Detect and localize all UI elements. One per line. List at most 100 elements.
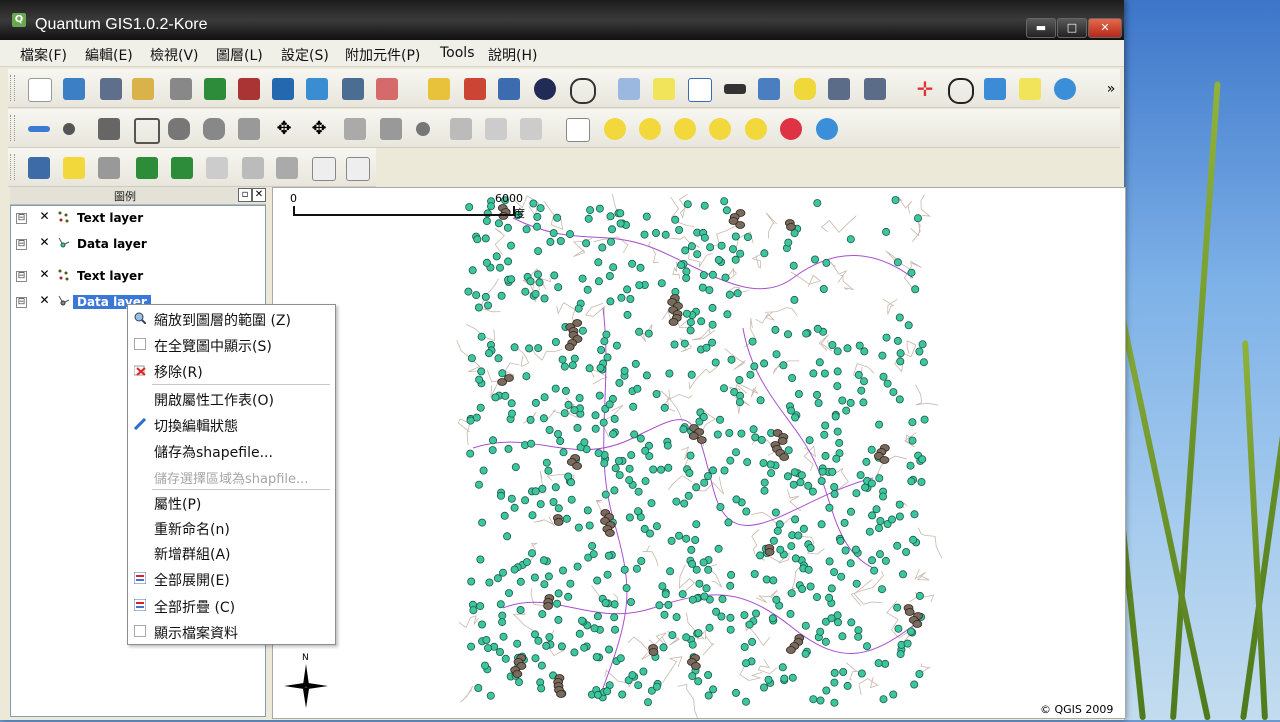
print-icon[interactable] (170, 78, 192, 100)
visibility-checkbox[interactable]: ✕ (39, 236, 50, 248)
new-project-icon[interactable] (28, 78, 52, 102)
paste-features-icon[interactable] (520, 118, 542, 140)
add-wfs-layer-icon[interactable] (376, 78, 398, 100)
add-ring-plugin-icon[interactable] (136, 157, 158, 179)
menu-item-show-file-groups[interactable]: 顯示檔案資料 (128, 619, 333, 643)
split-features-icon[interactable] (238, 118, 260, 140)
add-spatialite-layer-icon[interactable] (306, 78, 328, 100)
menu-file[interactable]: 檔案(F) (20, 45, 67, 65)
layer-name[interactable]: Data layer (77, 237, 147, 251)
menu-item-properties[interactable]: 屬性(P) (128, 490, 333, 514)
add-ring-icon[interactable] (168, 118, 190, 140)
merge-icon[interactable] (346, 157, 370, 181)
legend-layer-row[interactable]: ⊟ ✕ Data layer (11, 234, 265, 254)
zoom-in-icon[interactable] (604, 118, 626, 140)
coordinate-capture-icon[interactable]: ✛ (914, 78, 936, 100)
add-island-icon[interactable] (203, 118, 225, 140)
maximize-button[interactable]: □ (1057, 18, 1087, 38)
save-as-icon[interactable] (132, 78, 154, 100)
toolbar-grip[interactable] (10, 75, 15, 101)
menu-item-save-as-shapefile[interactable]: 儲存為shapefile... (128, 438, 333, 462)
zoom-last-icon[interactable] (780, 118, 802, 140)
menu-item-add-group[interactable]: 新增群組(A) (128, 540, 333, 564)
collapse-toggle-icon[interactable]: ⊟ (16, 213, 27, 224)
legend-float-button[interactable]: ▫ (238, 188, 252, 202)
map-tips-icon[interactable] (794, 78, 816, 100)
menu-settings[interactable]: 設定(S) (281, 45, 329, 65)
checkbox-icon[interactable] (134, 625, 146, 637)
hide-all-layers-icon[interactable] (570, 78, 596, 104)
remove-layer-icon[interactable] (464, 78, 486, 100)
minimize-button[interactable]: ▬ (1026, 18, 1056, 38)
reshape-icon[interactable] (276, 157, 298, 179)
map-canvas[interactable] (272, 187, 1126, 720)
add-vertex-icon[interactable] (344, 118, 366, 140)
move-feature-icon[interactable]: ✥ (273, 118, 295, 140)
show-all-layers-icon[interactable] (534, 78, 556, 100)
delimited-text-icon[interactable] (984, 78, 1006, 100)
simplify-feature-icon[interactable] (98, 157, 120, 179)
show-bookmarks-icon[interactable] (864, 78, 886, 100)
refresh-icon[interactable] (816, 118, 838, 140)
star-plugin-icon[interactable] (63, 157, 85, 179)
menu-item-remove[interactable]: 移除(R) (128, 358, 333, 382)
zoom-to-layer-icon[interactable] (745, 118, 767, 140)
menu-edit[interactable]: 編輯(E) (85, 45, 133, 65)
menu-plugins[interactable]: 附加元件(P) (345, 45, 420, 65)
add-vector-layer-icon[interactable] (204, 78, 226, 100)
pan-hand-icon[interactable] (566, 118, 590, 142)
capture-point-icon[interactable] (63, 123, 75, 135)
close-button[interactable]: ✕ (1088, 18, 1122, 38)
delete-selected-icon[interactable] (416, 122, 430, 136)
title-bar[interactable]: Q Quantum GIS1.0.2-Kore ▬ □ ✕ (0, 0, 1124, 40)
new-vector-layer-icon[interactable] (428, 78, 450, 100)
new-bookmark-icon[interactable] (828, 78, 850, 100)
move-vertex-icon[interactable]: ✥ (308, 118, 330, 140)
menu-layer[interactable]: 圖層(L) (216, 45, 263, 65)
zoom-selection-icon[interactable] (709, 118, 731, 140)
collapse-toggle-icon[interactable]: ⊟ (16, 297, 27, 308)
copyright-label-icon[interactable] (948, 78, 974, 104)
menu-item-collapse-all[interactable]: 全部折疊 (C) (128, 593, 333, 617)
layer-name[interactable]: Text layer (77, 211, 143, 225)
add-part-icon[interactable] (171, 157, 193, 179)
select-features-icon[interactable] (653, 78, 675, 100)
add-all-to-overview-icon[interactable] (498, 78, 520, 100)
legend-close-button[interactable]: ✕ (252, 188, 266, 202)
toolbar-grip[interactable] (10, 115, 15, 141)
menu-item-toggle-editing[interactable]: 切換編輯狀態 (128, 412, 333, 436)
menu-item-rename[interactable]: 重新命名(n) (128, 515, 333, 539)
add-raster-layer-icon[interactable] (238, 78, 260, 100)
toggle-editing-icon[interactable] (28, 126, 50, 132)
copy-features-icon[interactable] (485, 118, 507, 140)
georeferencer-icon[interactable] (1054, 78, 1076, 100)
toolbar-grip[interactable] (10, 154, 15, 180)
menu-item-show-in-overview[interactable]: 在全覽圖中顯示(S) (128, 332, 333, 356)
attribute-table-icon[interactable] (688, 78, 712, 102)
menu-item-open-attribute-table[interactable]: 開啟屬性工作表(O) (128, 386, 333, 410)
toolbar-overflow-button[interactable]: » (1100, 78, 1122, 100)
delete-part-icon[interactable] (242, 157, 264, 179)
identify-icon[interactable] (618, 78, 640, 100)
layer-name[interactable]: Text layer (77, 269, 143, 283)
zoom-full-icon[interactable] (674, 118, 696, 140)
measure-area-icon[interactable] (758, 78, 780, 100)
open-project-icon[interactable] (63, 78, 85, 100)
capture-line-icon[interactable] (98, 118, 120, 140)
add-postgis-layer-icon[interactable] (272, 78, 294, 100)
measure-line-icon[interactable] (724, 84, 746, 94)
delete-vertex-icon[interactable] (380, 118, 402, 140)
menu-item-zoom-to-layer[interactable]: 縮放到圖層的範圍 (Z) (128, 306, 333, 330)
menu-help[interactable]: 說明(H) (488, 45, 537, 65)
legend-layer-row[interactable]: ⊟ ✕ Text layer (11, 208, 265, 228)
visibility-checkbox[interactable]: ✕ (39, 268, 50, 280)
delete-ring-icon[interactable] (206, 157, 228, 179)
legend-layer-row[interactable]: ⊟ ✕ Text layer (11, 266, 265, 286)
collapse-toggle-icon[interactable]: ⊟ (16, 239, 27, 250)
split-icon[interactable] (312, 157, 336, 181)
menu-item-expand-all[interactable]: 全部展開(E) (128, 566, 333, 590)
collapse-toggle-icon[interactable]: ⊟ (16, 271, 27, 282)
d2s-plugin-icon[interactable] (1019, 78, 1041, 100)
capture-polygon-icon[interactable] (134, 118, 160, 144)
advanced-edit-icon[interactable] (28, 157, 50, 179)
